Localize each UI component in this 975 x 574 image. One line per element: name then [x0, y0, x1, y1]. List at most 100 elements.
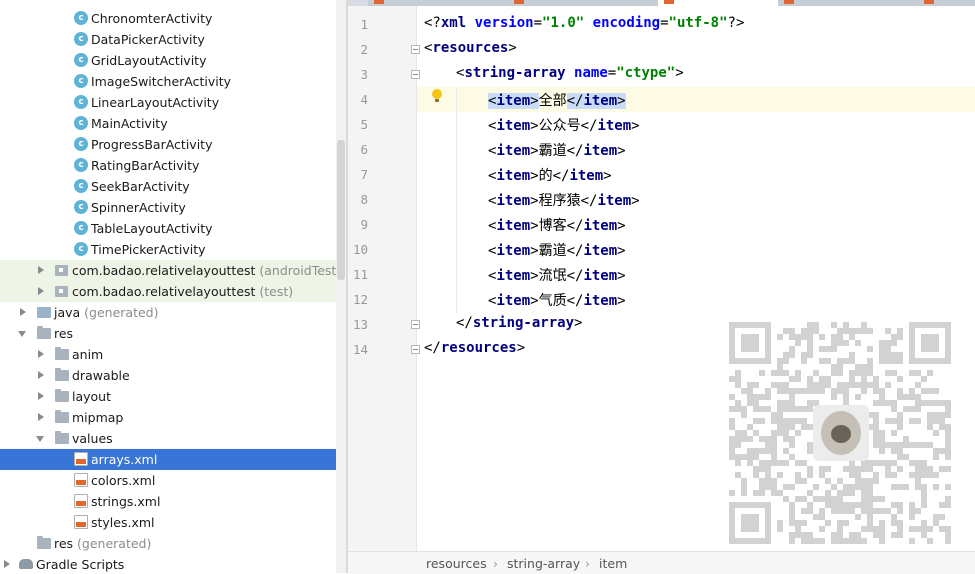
- tree-item[interactable]: res: [0, 323, 336, 344]
- tree-item-name: layout: [72, 389, 112, 404]
- breadcrumb-item[interactable]: resources: [426, 556, 487, 571]
- tree-item[interactable]: Gradle Scripts: [0, 554, 336, 573]
- tree-item-label: Gradle Scripts: [36, 557, 124, 572]
- breadcrumb-item[interactable]: string-array: [507, 556, 580, 571]
- expanded-arrow-icon[interactable]: [18, 331, 26, 337]
- tree-item-name: com.badao.relativelayouttest: [72, 263, 256, 278]
- tree-item[interactable]: c LinearLayoutActivity: [0, 92, 336, 113]
- code-line[interactable]: <item>程序猿</item>: [488, 190, 640, 210]
- tree-item-label: MainActivity: [91, 116, 168, 131]
- line-number: 10: [352, 242, 368, 257]
- collapsed-arrow-icon[interactable]: [38, 266, 44, 274]
- xml-file-icon: [74, 494, 88, 508]
- tree-item[interactable]: c RatingBarActivity: [0, 155, 336, 176]
- item-value: 流氓: [538, 268, 567, 284]
- code-line[interactable]: <item>气质</item>: [488, 290, 626, 310]
- item-close-tag: </item>: [581, 118, 640, 134]
- tree-item[interactable]: colors.xml: [0, 470, 336, 491]
- code-line[interactable]: <item>的</item>: [488, 165, 612, 185]
- tree-item[interactable]: anim: [0, 344, 336, 365]
- tree-item[interactable]: c SeekBarActivity: [0, 176, 336, 197]
- tree-item[interactable]: res (generated): [0, 533, 336, 554]
- fold-marker-icon[interactable]: [411, 345, 420, 354]
- bracket: >: [516, 340, 526, 356]
- tree-item-name: values: [72, 431, 113, 446]
- breadcrumb-item[interactable]: item: [599, 556, 627, 571]
- tree-item[interactable]: c ImageSwitcherActivity: [0, 71, 336, 92]
- code-line[interactable]: <item>霸道</item>: [488, 240, 626, 260]
- tag-name: item: [583, 218, 618, 234]
- collapsed-arrow-icon[interactable]: [4, 560, 10, 568]
- collapsed-arrow-icon[interactable]: [38, 350, 44, 358]
- tree-item-label: res: [54, 326, 73, 341]
- tree-item[interactable]: c ChronomterActivity: [0, 8, 336, 29]
- collapsed-arrow-icon[interactable]: [38, 287, 44, 295]
- tree-item[interactable]: values: [0, 428, 336, 449]
- code-line[interactable]: </resources>: [424, 340, 525, 356]
- class-icon: c: [74, 158, 88, 172]
- collapsed-arrow-icon[interactable]: [38, 413, 44, 421]
- bracket: >: [530, 168, 539, 184]
- item-value: 全部: [538, 93, 567, 109]
- line-number: 11: [352, 267, 368, 282]
- tree-item-label: java (generated): [54, 305, 159, 320]
- tree-item-label: SeekBarActivity: [91, 179, 190, 194]
- tree-item[interactable]: arrays.xml: [0, 449, 336, 470]
- tree-item[interactable]: mipmap: [0, 407, 336, 428]
- fold-marker-icon[interactable]: [411, 45, 420, 54]
- item-close-tag: </item>: [581, 193, 640, 209]
- line-number: 13: [352, 317, 368, 332]
- code-line[interactable]: <?xml version="1.0" encoding="utf-8"?>: [424, 15, 744, 31]
- tree-item[interactable]: c MainActivity: [0, 113, 336, 134]
- code-line[interactable]: <item>全部</item>: [488, 90, 626, 110]
- editor-tab[interactable]: [508, 0, 659, 6]
- tree-item[interactable]: strings.xml: [0, 491, 336, 512]
- tree-item[interactable]: drawable: [0, 365, 336, 386]
- code-line[interactable]: <string-array name="ctype">: [456, 65, 684, 81]
- package-icon: [55, 265, 68, 276]
- fold-marker-icon[interactable]: [411, 70, 420, 79]
- tree-item-name: res: [54, 536, 74, 551]
- editor-tab-active[interactable]: [658, 0, 779, 6]
- code-line[interactable]: <item>公众号</item>: [488, 115, 640, 135]
- tree-item[interactable]: layout: [0, 386, 336, 407]
- tag-name: item: [583, 243, 618, 259]
- tree-item-name: Gradle Scripts: [36, 557, 125, 572]
- attr-value: "utf-8": [668, 15, 728, 31]
- tree-item[interactable]: c DataPickerActivity: [0, 29, 336, 50]
- tree-item-name: java: [54, 305, 81, 320]
- tree-item[interactable]: com.badao.relativelayouttest (test): [0, 281, 336, 302]
- tree-item[interactable]: com.badao.relativelayouttest (androidTes…: [0, 260, 341, 281]
- tree-item[interactable]: c GridLayoutActivity: [0, 50, 336, 71]
- editor-tab[interactable]: [918, 0, 975, 6]
- collapsed-arrow-icon[interactable]: [38, 371, 44, 379]
- item-close-tag: </item>: [567, 293, 626, 309]
- class-icon: c: [74, 53, 88, 67]
- tree-item[interactable]: styles.xml: [0, 512, 336, 533]
- code-line[interactable]: <item>博客</item>: [488, 215, 626, 235]
- code-line[interactable]: </string-array>: [456, 315, 582, 331]
- fold-marker-icon[interactable]: [411, 320, 420, 329]
- editor-tab[interactable]: [778, 0, 919, 6]
- tree-item-name: com.badao.relativelayouttest: [72, 284, 256, 299]
- bracket: </: [566, 143, 584, 159]
- bracket: </: [566, 243, 584, 259]
- collapsed-arrow-icon[interactable]: [20, 308, 26, 316]
- code-line[interactable]: <item>霸道</item>: [488, 140, 626, 160]
- collapsed-arrow-icon[interactable]: [38, 392, 44, 400]
- intention-bulb-icon[interactable]: [432, 89, 442, 102]
- tree-item[interactable]: c TableLayoutActivity: [0, 218, 336, 239]
- class-icon: c: [74, 137, 88, 151]
- code-line[interactable]: <resources>: [424, 40, 517, 56]
- tree-item[interactable]: c SpinnerActivity: [0, 197, 336, 218]
- tree-item[interactable]: java (generated): [0, 302, 336, 323]
- code-line[interactable]: <item>流氓</item>: [488, 265, 626, 285]
- tree-scrollbar-thumb[interactable]: [337, 140, 345, 280]
- item-value: 霸道: [538, 143, 567, 159]
- class-icon: c: [74, 179, 88, 193]
- expanded-arrow-icon[interactable]: [36, 436, 44, 442]
- xml-decl-open: <?: [424, 15, 441, 31]
- tree-scrollbar[interactable]: [336, 0, 346, 573]
- tree-item[interactable]: c ProgressBarActivity: [0, 134, 336, 155]
- tree-item[interactable]: c TimePickerActivity: [0, 239, 336, 260]
